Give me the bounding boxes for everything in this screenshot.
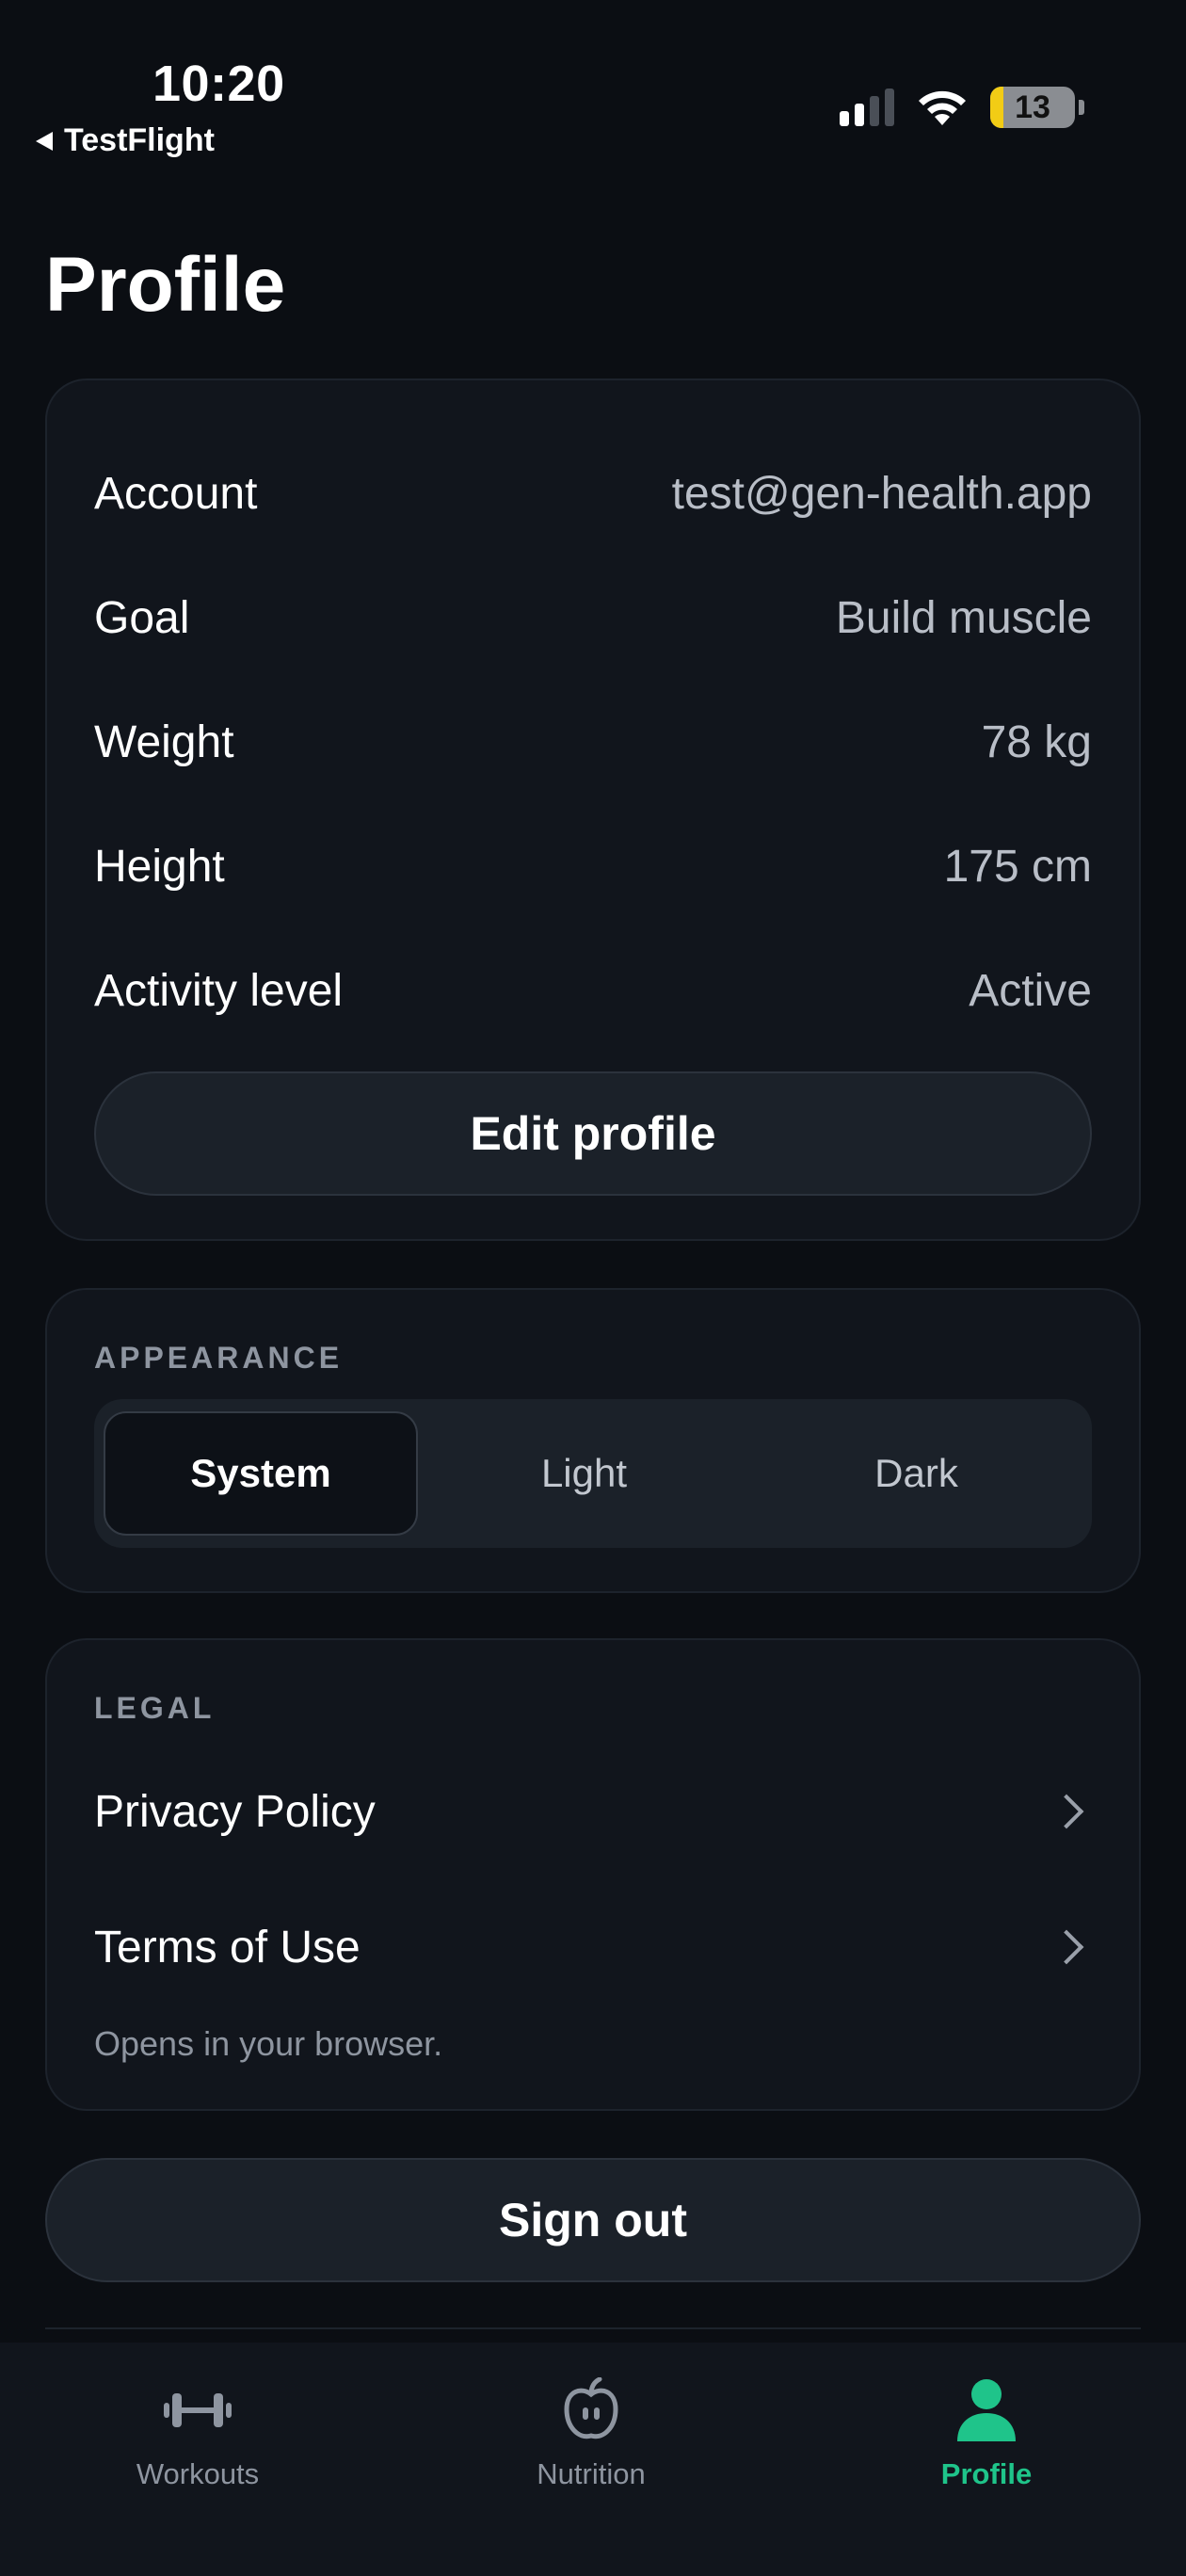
status-time: 10:20 [152,56,285,112]
terms-of-use-link[interactable]: Terms of Use [94,1909,1092,1985]
chevron-right-icon [1049,1929,1084,1965]
profile-row-activity-level: Activity level Active [94,962,1092,1019]
battery-level: 13 [1015,89,1050,125]
wifi-icon [919,90,966,125]
sign-out-button[interactable]: Sign out [45,2158,1141,2282]
legal-section-label: LEGAL [94,1691,216,1725]
row-label: Goal [94,592,190,643]
row-label: Account [94,468,258,519]
appearance-option-system[interactable]: System [104,1411,418,1536]
back-to-testflight[interactable]: TestFlight [36,122,215,159]
tab-label: Workouts [136,2457,260,2490]
profile-row-goal: Goal Build muscle [94,589,1092,646]
profile-details-card: Account test@gen-health.app Goal Build m… [45,378,1141,1241]
row-label: Activity level [94,965,344,1016]
profile-screen: 10:20 TestFlight 13 Profile Account test… [0,0,1186,2576]
profile-row-weight: Weight 78 kg [94,714,1092,770]
appearance-segmented-control: System Light Dark [94,1399,1092,1548]
appearance-option-light[interactable]: Light [418,1411,750,1536]
privacy-policy-link[interactable]: Privacy Policy [94,1774,1092,1849]
legal-note: Opens in your browser. [94,2024,443,2063]
tab-workouts[interactable]: Workouts [56,2363,339,2491]
profile-row-height: Height 175 cm [94,838,1092,894]
back-arrow-icon [36,131,53,151]
legal-card: LEGAL Privacy Policy Terms of Use Opens … [45,1638,1141,2111]
appearance-option-dark[interactable]: Dark [750,1411,1082,1536]
tab-profile[interactable]: Profile [845,2363,1128,2491]
appearance-card: APPEARANCE System Light Dark [45,1288,1141,1593]
edit-profile-button[interactable]: Edit profile [94,1071,1092,1196]
cellular-signal-icon [840,89,894,126]
status-indicators: 13 [840,87,1084,128]
row-value: 175 cm [943,841,1092,892]
tab-label: Nutrition [537,2457,646,2490]
tab-bar: Workouts Nutrition Profile [0,2343,1186,2576]
dumbbell-icon [164,2393,232,2427]
row-value: 78 kg [981,716,1092,767]
appearance-section-label: APPEARANCE [94,1341,344,1375]
person-icon [957,2379,1016,2441]
row-value: Build muscle [835,592,1092,643]
link-label: Privacy Policy [94,1786,376,1837]
row-label: Weight [94,716,234,767]
profile-row-account: Account test@gen-health.app [94,465,1092,522]
back-label: TestFlight [64,122,215,158]
tab-label: Profile [940,2457,1033,2490]
page-title: Profile [45,242,286,328]
chevron-right-icon [1049,1794,1084,1829]
tab-nutrition[interactable]: Nutrition [450,2363,732,2491]
battery-icon: 13 [990,87,1075,128]
link-label: Terms of Use [94,1922,361,1972]
row-label: Height [94,841,225,892]
tabbar-divider [45,2327,1141,2329]
apple-icon [564,2377,618,2439]
row-value: Active [969,965,1092,1016]
row-value: test@gen-health.app [671,468,1092,519]
